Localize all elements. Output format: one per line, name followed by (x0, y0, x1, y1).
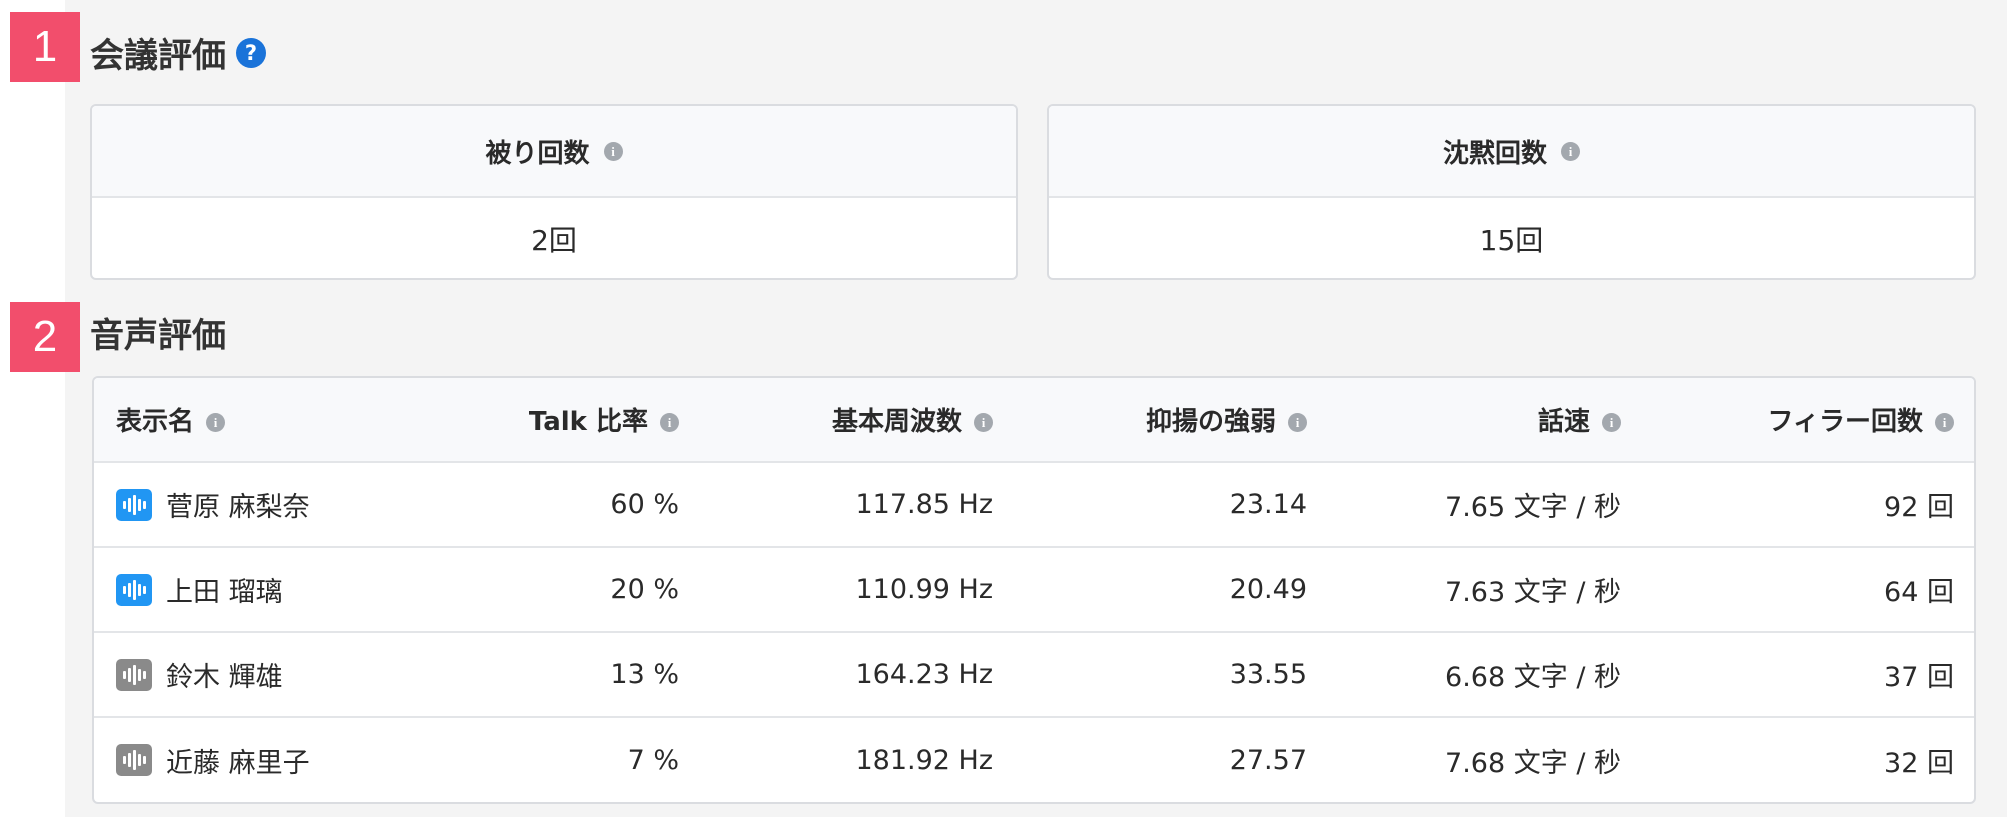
section-marker-1: 1 (10, 12, 80, 82)
speaker-waveform-icon (116, 573, 152, 606)
speaker-waveform-icon (116, 488, 152, 521)
talk-ratio-cell: 13 % (610, 659, 679, 690)
intonation-cell: 27.57 (1229, 744, 1307, 776)
filler-count-cell: 37 回 (1884, 662, 1954, 693)
table-row[interactable]: 鈴木 輝雄 13 % 164.23 Hz 33.55 6.68 文字 / 秒 3… (94, 632, 1974, 717)
talk-ratio-cell: 20 % (610, 574, 679, 605)
header-intonation[interactable]: 抑揚の強弱 i (1013, 378, 1327, 462)
silence-count-card: 沈黙回数 i 15回 (1047, 104, 1976, 280)
header-display-name[interactable]: 表示名 i (94, 378, 379, 462)
section-marker-2: 2 (10, 302, 80, 372)
intonation-cell: 33.55 (1229, 659, 1307, 690)
card-label: 沈黙回数 (1442, 138, 1547, 169)
voice-evaluation-table: 表示名 i Talk 比率 i 基本周波数 i 抑揚の強弱 i 話速 i フィラー回数 i … (92, 376, 1976, 804)
frequency-cell: 110.99 Hz (855, 574, 993, 605)
header-filler-count[interactable]: フィラー回数 i (1641, 378, 1974, 462)
talk-ratio-cell: 7 % (627, 744, 679, 776)
frequency-cell: 117.85 Hz (855, 489, 993, 520)
speaker-name: 菅原 麻梨奈 (166, 492, 310, 523)
info-icon[interactable]: i (1288, 413, 1307, 432)
card-header: 被り回数 i (92, 106, 1016, 198)
intonation-cell: 23.14 (1229, 489, 1307, 520)
table-row[interactable]: 近藤 麻里子 7 % 181.92 Hz 27.57 7.68 文字 / 秒 3… (94, 717, 1974, 802)
speaker-waveform-icon (116, 744, 152, 776)
table-row[interactable]: 菅原 麻梨奈 60 % 117.85 Hz 23.14 7.65 文字 / 秒 … (94, 462, 1974, 547)
info-icon[interactable]: i (603, 141, 623, 161)
info-icon[interactable]: i (1602, 413, 1621, 432)
speech-rate-cell: 7.65 文字 / 秒 (1445, 492, 1621, 523)
speaker-name: 上田 瑠璃 (166, 577, 283, 608)
overlap-count-card: 被り回数 i 2回 (90, 104, 1018, 280)
card-value: 15回 (1479, 224, 1544, 257)
header-fundamental-frequency[interactable]: 基本周波数 i (699, 378, 1013, 462)
speaker-name: 鈴木 輝雄 (166, 662, 283, 693)
table-row[interactable]: 上田 瑠璃 20 % 110.99 Hz 20.49 7.63 文字 / 秒 6… (94, 547, 1974, 632)
speech-rate-cell: 7.63 文字 / 秒 (1445, 577, 1621, 608)
frequency-cell: 181.92 Hz (855, 744, 993, 776)
section-title-voice: 音声評価 (90, 308, 226, 357)
frequency-cell: 164.23 Hz (855, 659, 993, 690)
info-icon[interactable]: i (1935, 413, 1954, 432)
header-speech-rate[interactable]: 話速 i (1327, 378, 1641, 462)
card-value: 2回 (531, 224, 577, 257)
intonation-cell: 20.49 (1229, 574, 1307, 605)
info-icon[interactable]: i (660, 413, 679, 432)
meeting-title-text: 会議評価 (90, 36, 226, 76)
table-header-row: 表示名 i Talk 比率 i 基本周波数 i 抑揚の強弱 i 話速 i フィラー回数 i (94, 378, 1974, 462)
section-title-meeting: 会議評価 ? (90, 28, 266, 77)
info-icon[interactable]: i (206, 413, 226, 432)
speech-rate-cell: 7.68 文字 / 秒 (1445, 747, 1621, 779)
filler-count-cell: 92 回 (1884, 492, 1954, 523)
filler-count-cell: 64 回 (1884, 577, 1954, 608)
speaker-name: 近藤 麻里子 (166, 747, 310, 779)
info-icon[interactable]: i (1561, 141, 1580, 161)
voice-title-text: 音声評価 (90, 316, 226, 356)
filler-count-cell: 32 回 (1884, 747, 1954, 779)
talk-ratio-cell: 60 % (610, 489, 679, 520)
speech-rate-cell: 6.68 文字 / 秒 (1445, 662, 1621, 693)
speaker-waveform-icon (116, 658, 152, 691)
question-circle-icon[interactable]: ? (236, 37, 266, 68)
info-icon[interactable]: i (974, 413, 993, 432)
card-label: 被り回数 (485, 138, 590, 169)
header-talk-ratio[interactable]: Talk 比率 i (379, 378, 699, 462)
card-header: 沈黙回数 i (1049, 106, 1974, 198)
